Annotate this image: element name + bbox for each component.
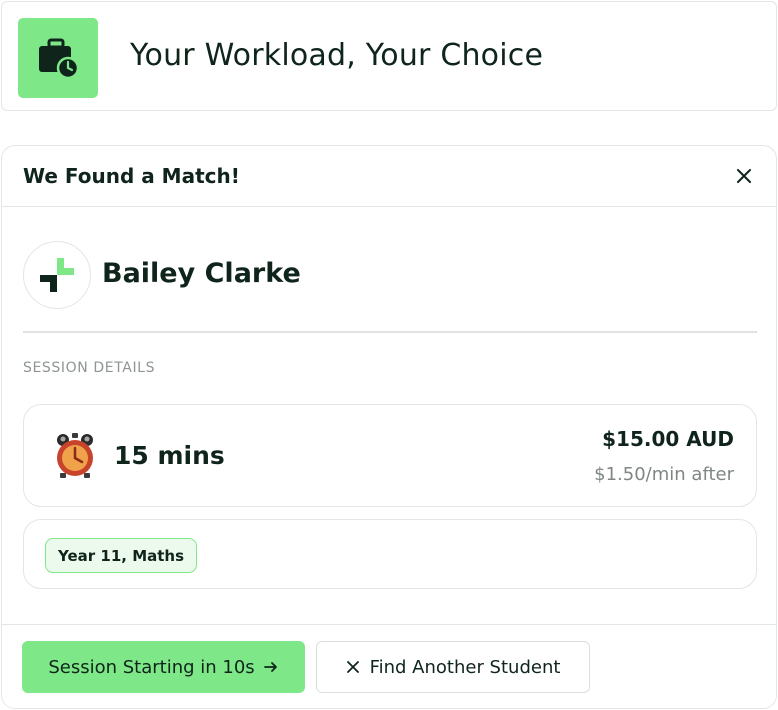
match-modal: We Found a Match! Bailey Clarke SESSION … [1, 145, 777, 709]
session-start-label: Session Starting in 10s [48, 656, 255, 678]
briefcase-clock-icon [39, 38, 80, 80]
plus-logo-icon [40, 258, 74, 292]
close-icon [346, 661, 359, 673]
find-another-student-button[interactable]: Find Another Student [316, 641, 590, 693]
modal-footer: Session Starting in 10s Find Another Stu… [2, 624, 776, 708]
session-price: $15.00 AUD [602, 427, 734, 451]
subject-card: Year 11, Maths [23, 519, 757, 589]
session-card: 15 mins $15.00 AUD $1.50/min after [23, 404, 757, 507]
close-icon [737, 169, 751, 183]
subject-badge: Year 11, Maths [45, 538, 198, 573]
arrow-right-icon [263, 662, 277, 672]
student-name: Bailey Clarke [102, 258, 301, 289]
modal-header: We Found a Match! [2, 146, 776, 207]
avatar [23, 241, 91, 309]
find-another-student-label: Find Another Student [369, 656, 561, 678]
close-button[interactable] [730, 162, 758, 190]
session-rate: $1.50/min after [594, 464, 734, 485]
modal-title: We Found a Match! [23, 164, 240, 188]
divider [23, 331, 757, 333]
header-card: Your Workload, Your Choice [1, 1, 777, 111]
section-label: SESSION DETAILS [23, 360, 156, 376]
header-icon-box [18, 18, 98, 98]
page-title: Your Workload, Your Choice [130, 38, 544, 73]
session-start-button[interactable]: Session Starting in 10s [22, 641, 305, 693]
session-duration: 15 mins [114, 441, 225, 470]
alarm-clock-icon [57, 433, 93, 478]
